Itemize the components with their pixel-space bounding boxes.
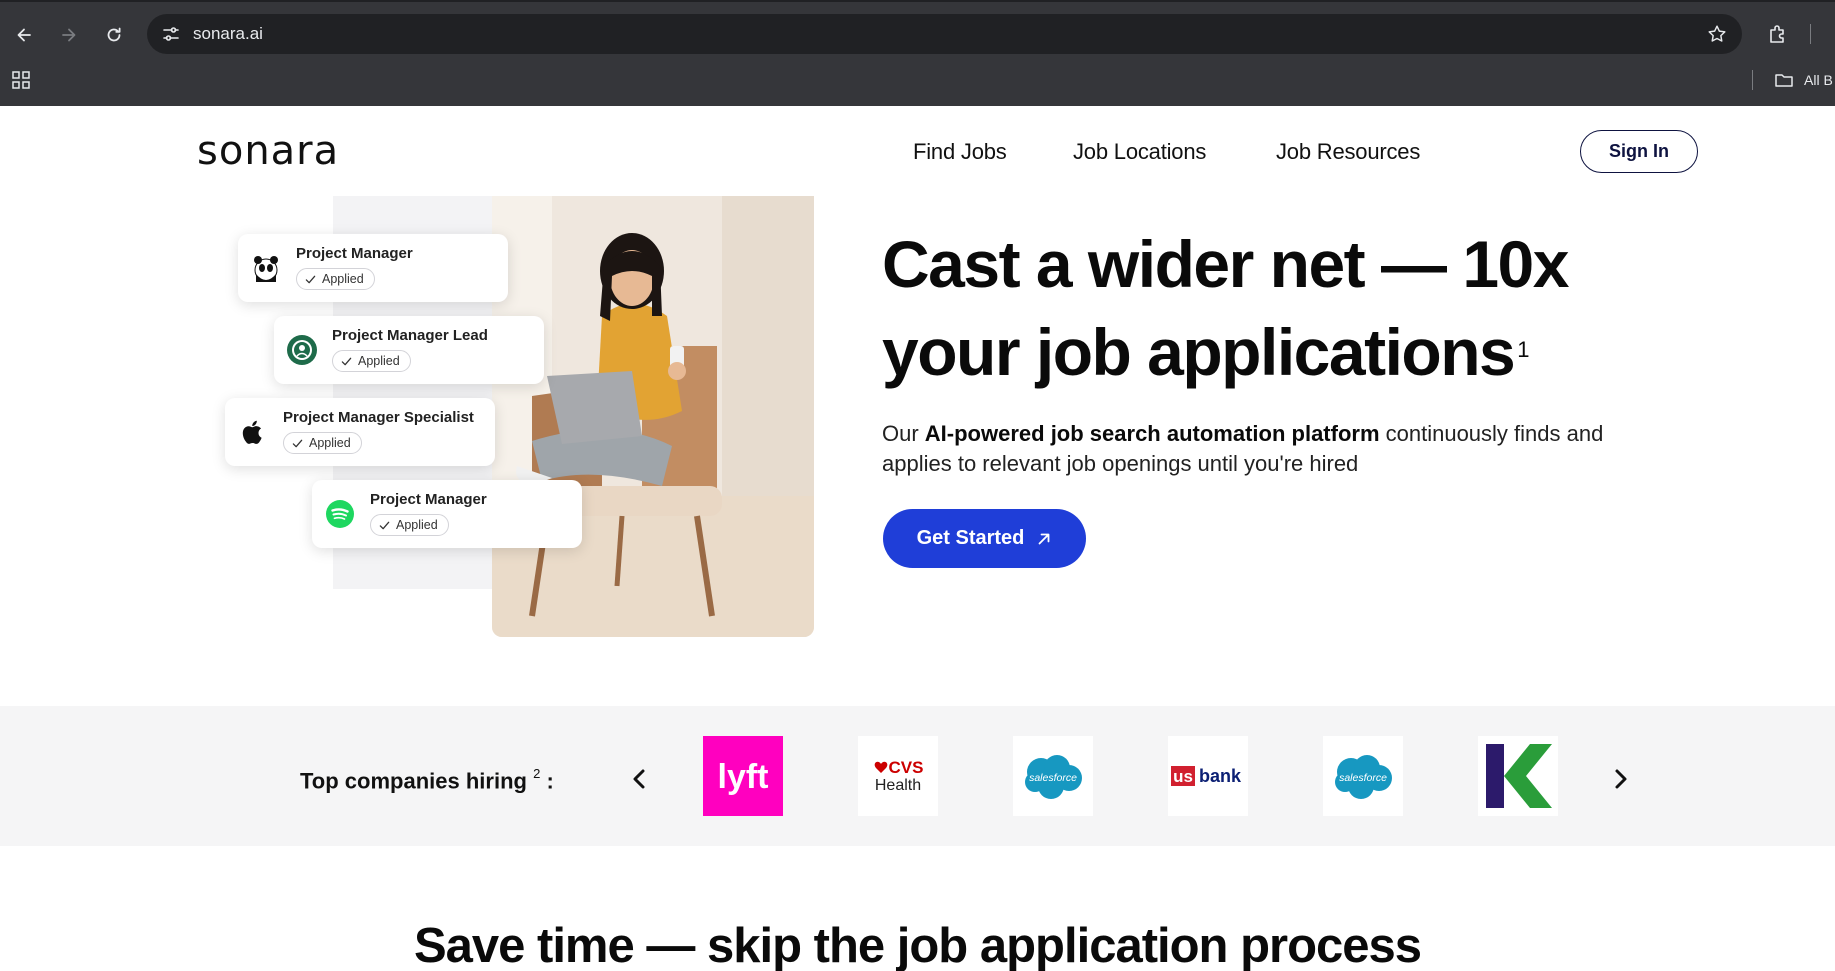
applied-status: Applied (358, 354, 400, 368)
extensions-icon[interactable] (1766, 22, 1790, 46)
chevron-left-icon (633, 769, 645, 789)
nav-find-jobs[interactable]: Find Jobs (913, 138, 1007, 166)
arrow-right-icon (62, 28, 76, 42)
job-title: Project Manager (370, 491, 487, 508)
reload-button[interactable] (99, 20, 129, 50)
all-bookmarks-label[interactable]: All B (1804, 72, 1833, 88)
companies-footnote-marker[interactable]: 2 (533, 766, 540, 781)
company-logo-cvs-health[interactable]: CVS Health (858, 736, 938, 816)
hero-subtitle-prefix: Our (882, 421, 925, 446)
health-logo-text: Health (875, 777, 921, 794)
salesforce-logo-text: salesforce (1029, 772, 1077, 784)
tab-strip (0, 0, 1835, 2)
job-card[interactable]: Project Manager Applied (238, 234, 508, 302)
browser-chrome: sonara.ai All B (0, 0, 1835, 106)
url-text[interactable]: sonara.ai (193, 24, 263, 44)
nav-job-resources[interactable]: Job Resources (1276, 138, 1420, 166)
address-bar[interactable]: sonara.ai (147, 14, 1742, 54)
lyft-logo-icon: lyft (703, 736, 783, 816)
bookmark-star-icon[interactable] (1706, 23, 1728, 45)
job-title: Project Manager Lead (332, 327, 488, 344)
bookmarks-divider (1752, 70, 1753, 90)
get-started-button[interactable]: Get Started (883, 509, 1086, 568)
companies-label-text: Top companies hiring (300, 768, 527, 794)
company-logo-usbank[interactable]: us bank (1168, 736, 1248, 816)
hero-title-line1: Cast a wider net — 10x (882, 227, 1569, 301)
check-icon (341, 357, 352, 365)
cvs-health-logo-icon: CVS Health (874, 758, 924, 794)
company-logo-salesforce[interactable]: salesforce (1323, 736, 1403, 816)
get-started-label: Get Started (916, 527, 1025, 549)
lyft-logo-text: lyft (718, 758, 769, 796)
nav-job-locations[interactable]: Job Locations (1073, 138, 1206, 166)
job-card[interactable]: Project Manager Specialist Applied (225, 398, 495, 466)
job-title: Project Manager Specialist (283, 409, 474, 426)
applied-badge: Applied (283, 432, 362, 454)
forward-button[interactable] (54, 20, 84, 50)
job-card[interactable]: Project Manager Lead Applied (274, 316, 544, 384)
spotify-icon (326, 500, 354, 528)
starbucks-icon (287, 335, 317, 365)
hero-photo (492, 196, 814, 637)
company-logo-lyft[interactable]: lyft (703, 736, 783, 816)
wwf-panda-icon (254, 256, 278, 282)
section-title: Save time — skip the job application pro… (413, 919, 1422, 971)
k-logo-icon (1486, 744, 1552, 808)
usbank-prefix-text: us (1173, 767, 1193, 786)
applied-badge: Applied (296, 268, 375, 290)
salesforce-logo-text: salesforce (1339, 772, 1387, 784)
usbank-logo-icon: us bank (1171, 766, 1242, 786)
chevron-right-icon (1615, 769, 1627, 789)
check-icon (379, 521, 390, 529)
salesforce-logo-icon: salesforce (1025, 755, 1082, 799)
usbank-suffix-text: bank (1199, 766, 1242, 786)
carousel-prev-button[interactable] (625, 765, 653, 793)
applied-status: Applied (309, 436, 351, 450)
applied-badge: Applied (370, 514, 449, 536)
company-logo-k[interactable] (1478, 736, 1558, 816)
sign-in-button[interactable]: Sign In (1580, 130, 1698, 173)
applied-status: Applied (396, 518, 438, 532)
site-settings-icon[interactable] (161, 24, 181, 44)
apps-grid-icon[interactable] (11, 70, 31, 90)
hero-footnote-marker[interactable]: 1 (1517, 337, 1529, 362)
cvs-logo-text: CVS (889, 758, 924, 777)
apple-icon (242, 420, 262, 444)
carousel-next-button[interactable] (1607, 765, 1635, 793)
sonara-logo[interactable]: sonara (197, 127, 339, 175)
applied-badge: Applied (332, 350, 411, 372)
company-logo-salesforce[interactable]: salesforce (1013, 736, 1093, 816)
arrow-left-icon (17, 28, 31, 42)
reload-icon (107, 27, 121, 42)
hero-title-line2-text: your job applications (882, 315, 1516, 389)
job-card[interactable]: Project Manager Applied (312, 480, 582, 548)
hero-subtitle-emphasis: AI-powered job search automation platfor… (924, 421, 1380, 446)
companies-label-colon: : (546, 768, 554, 794)
hero-title-line2: your job applications 1 (882, 308, 1682, 396)
arrow-up-right-icon (1039, 533, 1050, 544)
salesforce-logo-icon: salesforce (1335, 755, 1392, 799)
check-icon (305, 275, 316, 283)
hero-title: Cast a wider net — 10x your job applicat… (882, 220, 1682, 396)
check-icon (292, 439, 303, 447)
job-title: Project Manager (296, 245, 413, 262)
hero-subtitle: Our AI-powered job search automation pla… (882, 419, 1642, 479)
companies-label: Top companies hiring 2 : (300, 762, 554, 795)
back-button[interactable] (9, 20, 39, 50)
applied-status: Applied (322, 272, 364, 286)
folder-icon[interactable] (1774, 70, 1794, 90)
toolbar-divider (1810, 24, 1811, 44)
